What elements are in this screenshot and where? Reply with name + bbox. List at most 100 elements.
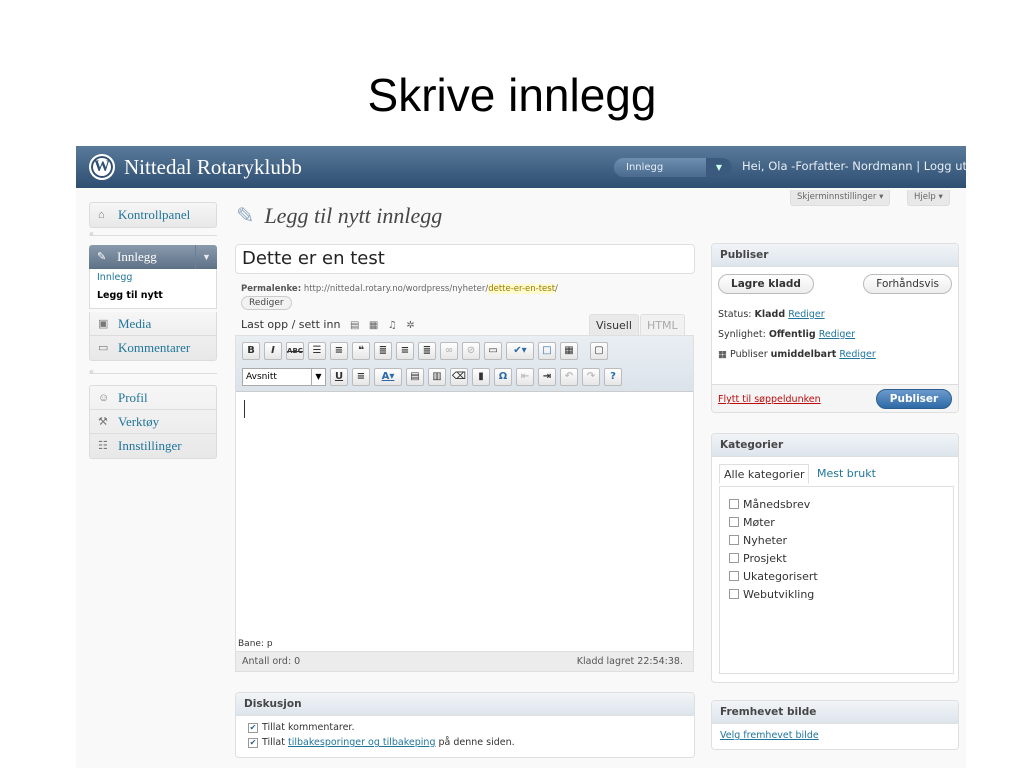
categories-title[interactable]: Kategorier xyxy=(712,434,958,457)
format-select[interactable]: Avsnitt ▼ xyxy=(242,368,326,386)
chevron-down-icon[interactable]: ▼ xyxy=(311,369,325,385)
strikethrough-button[interactable]: ABC xyxy=(286,342,304,360)
sidebar-item-profile[interactable]: ☺ Profil xyxy=(90,386,216,410)
submenu-item-posts[interactable]: Innlegg xyxy=(90,269,216,287)
favorites-selected: Innlegg xyxy=(626,162,664,173)
comment-icon: ▭ xyxy=(98,342,109,354)
align-right-icon[interactable]: ≣ xyxy=(418,342,436,360)
add-image-icon[interactable]: ▤ xyxy=(350,320,359,331)
category-checkbox[interactable] xyxy=(729,571,739,581)
category-checkbox[interactable] xyxy=(729,535,739,545)
submenu-item-add-new[interactable]: Legg til nytt xyxy=(90,287,216,305)
category-label: Møter xyxy=(743,515,775,529)
submenu-toggle-icon[interactable]: ▼ xyxy=(195,245,217,269)
edit-permalink-button[interactable]: Rediger xyxy=(241,296,292,310)
indent-icon[interactable]: ⇥ xyxy=(538,368,556,386)
list-item[interactable]: Nyheter xyxy=(720,531,953,549)
spellcheck-icon[interactable]: ✔▾ xyxy=(506,342,534,360)
distraction-free-icon[interactable]: ▢ xyxy=(590,342,608,360)
help-button[interactable]: Hjelp ▾ xyxy=(907,190,950,206)
category-checkbox[interactable] xyxy=(729,499,739,509)
permalink-slug[interactable]: dette-er-en-test xyxy=(488,284,556,294)
status-value: Kladd xyxy=(754,309,786,320)
move-to-trash-link[interactable]: Flytt til søppeldunken xyxy=(718,394,821,405)
sidebar-item-dashboard[interactable]: ⌂ Kontrollpanel xyxy=(90,203,216,227)
sidebar-item-settings[interactable]: ☷ Innstillinger xyxy=(90,434,216,458)
bold-button[interactable]: B xyxy=(242,342,260,360)
preview-button[interactable]: Forhåndsvis xyxy=(863,274,952,294)
tab-most-used[interactable]: Mest brukt xyxy=(813,464,880,484)
media-embed-icon[interactable]: ▮ xyxy=(472,368,490,386)
paste-word-icon[interactable]: ▥ xyxy=(428,368,446,386)
tab-html[interactable]: HTML xyxy=(640,314,685,336)
pushpin-icon: ✎ xyxy=(236,203,255,228)
redo-icon[interactable]: ↷ xyxy=(582,368,600,386)
sidebar-item-tools[interactable]: ⚒ Verktøy xyxy=(90,410,216,434)
remove-format-icon[interactable]: ⌫ xyxy=(450,368,468,386)
allow-comments-row: ✔ Tillat kommentarer. xyxy=(236,722,694,733)
post-title-input[interactable]: Dette er en test xyxy=(235,244,695,274)
page-title: ✎ Legg til nytt innlegg xyxy=(236,203,442,229)
more-tag-icon[interactable]: ▭ xyxy=(484,342,502,360)
tab-all-categories[interactable]: Alle kategorier xyxy=(719,464,810,484)
edit-visibility-link[interactable]: Rediger xyxy=(819,329,855,340)
fullscreen-icon[interactable]: □ xyxy=(538,342,556,360)
collapse-arrow-icon[interactable]: « xyxy=(89,367,94,376)
italic-button[interactable]: I xyxy=(264,342,282,360)
sidebar-content-group: ▣ Media ▭ Kommentarer xyxy=(89,312,217,361)
publish-button[interactable]: Publiser xyxy=(876,389,952,409)
publish-title[interactable]: Publiser xyxy=(712,244,958,267)
screen-options-button[interactable]: Skjerminnstillinger ▾ xyxy=(790,190,891,206)
list-item[interactable]: Prosjekt xyxy=(720,549,953,567)
permalink-label: Permalenke: xyxy=(241,284,302,294)
save-draft-button[interactable]: Lagre kladd xyxy=(718,274,814,294)
sidebar-item-label: Kommentarer xyxy=(118,340,191,355)
align-left-icon[interactable]: ≣ xyxy=(374,342,392,360)
site-title[interactable]: Nittedal Rotaryklubb xyxy=(124,155,302,180)
numbered-list-icon[interactable]: ≡ xyxy=(330,342,348,360)
undo-icon[interactable]: ↶ xyxy=(560,368,578,386)
set-featured-image-link[interactable]: Velg fremhevet bilde xyxy=(720,730,819,741)
trackbacks-link[interactable]: tilbakesporinger og tilbakeping xyxy=(288,737,435,748)
help-icon[interactable]: ? xyxy=(604,368,622,386)
justify-icon[interactable]: ≡ xyxy=(352,368,370,386)
add-video-icon[interactable]: ▦ xyxy=(369,320,378,331)
blockquote-icon[interactable]: ❝ xyxy=(352,342,370,360)
list-item[interactable]: Ukategorisert xyxy=(720,567,953,585)
allow-pings-checkbox[interactable]: ✔ xyxy=(248,737,258,748)
add-media-icon[interactable]: ✲ xyxy=(406,320,414,331)
category-checkbox[interactable] xyxy=(729,589,739,599)
edit-schedule-link[interactable]: Rediger xyxy=(839,349,875,360)
discussion-title[interactable]: Diskusjon xyxy=(236,693,694,716)
add-audio-icon[interactable]: ♫ xyxy=(388,320,397,331)
link-icon[interactable]: ∞ xyxy=(440,342,458,360)
collapse-arrow-icon[interactable]: « xyxy=(89,229,94,238)
wordpress-logo-icon[interactable]: W xyxy=(89,154,115,180)
sidebar-item-comments[interactable]: ▭ Kommentarer xyxy=(90,336,216,360)
chevron-down-icon[interactable]: ▼ xyxy=(706,158,732,177)
align-center-icon[interactable]: ≡ xyxy=(396,342,414,360)
featured-image-title[interactable]: Fremhevet bilde xyxy=(712,701,958,724)
list-item[interactable]: Møter xyxy=(720,513,953,531)
favorites-dropdown[interactable]: Innlegg ▼ xyxy=(614,158,732,177)
bullet-list-icon[interactable]: ☰ xyxy=(308,342,326,360)
sidebar-item-posts[interactable]: ✎ Innlegg ▼ xyxy=(89,245,217,269)
kitchen-sink-icon[interactable]: ▦ xyxy=(560,342,578,360)
list-item[interactable]: Månedsbrev xyxy=(720,495,953,513)
special-character-icon[interactable]: Ω xyxy=(494,368,512,386)
category-checkbox[interactable] xyxy=(729,517,739,527)
underline-button[interactable]: U xyxy=(330,368,348,386)
tab-visual[interactable]: Visuell xyxy=(589,314,639,336)
list-item[interactable]: Webutvikling xyxy=(720,585,953,603)
sidebar-item-media[interactable]: ▣ Media xyxy=(90,312,216,336)
paste-text-icon[interactable]: ▤ xyxy=(406,368,424,386)
category-checkbox[interactable] xyxy=(729,553,739,563)
text-color-icon[interactable]: A▾ xyxy=(374,368,402,386)
outdent-icon[interactable]: ⇤ xyxy=(516,368,534,386)
allow-comments-checkbox[interactable]: ✔ xyxy=(248,722,258,733)
pin-icon: ✎ xyxy=(97,251,107,263)
status-row: Status: Kladd Rediger xyxy=(712,305,958,325)
user-greeting[interactable]: Hei, Ola -Forfatter- Nordmann | Logg ut xyxy=(742,159,966,173)
unlink-icon[interactable]: ⊘ xyxy=(462,342,480,360)
edit-status-link[interactable]: Rediger xyxy=(788,309,824,320)
